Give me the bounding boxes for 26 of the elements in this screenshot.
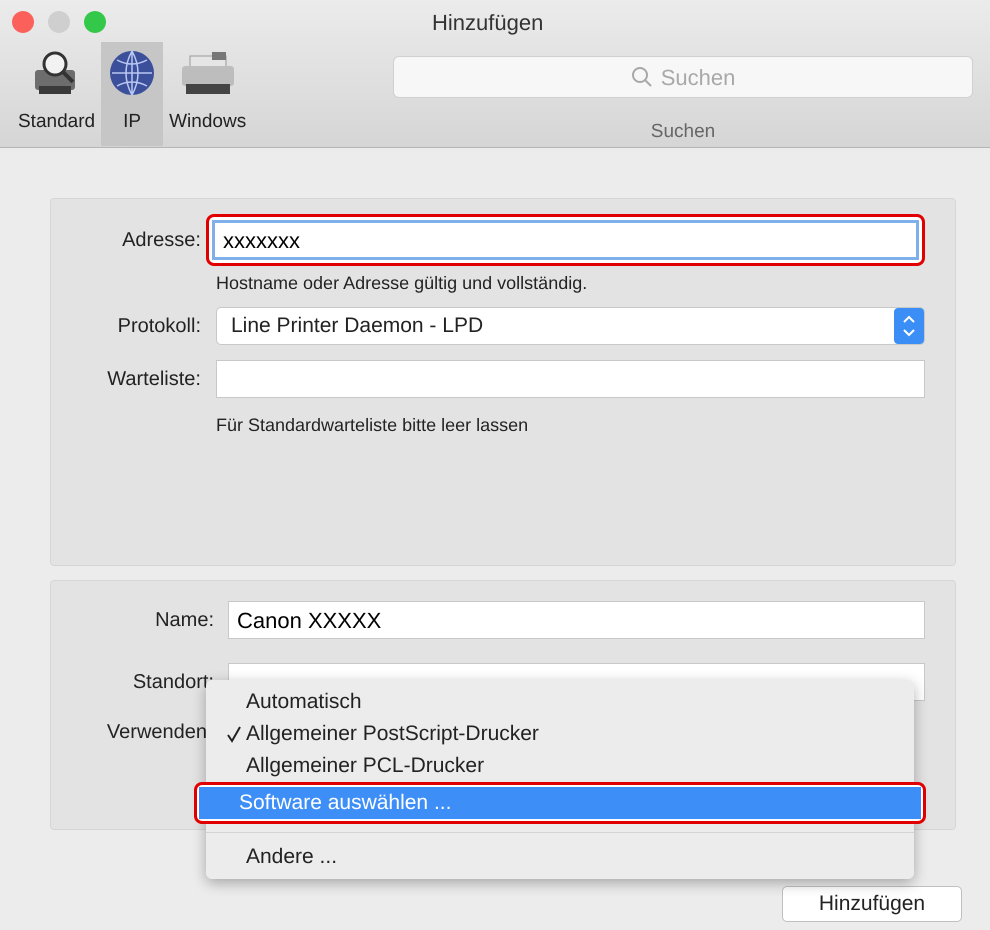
checkmark-icon bbox=[226, 725, 242, 743]
search-icon bbox=[630, 66, 653, 88]
stepper-icon bbox=[894, 308, 924, 344]
zoom-button[interactable] bbox=[84, 11, 106, 33]
search-label: Suchen bbox=[650, 120, 716, 144]
field-label: Protokoll: bbox=[116, 314, 201, 339]
field-label: Name: bbox=[154, 608, 214, 633]
protocol-select[interactable]: Line Printer Daemon - LPD bbox=[216, 307, 925, 345]
close-button[interactable] bbox=[12, 11, 34, 33]
field-label: Warteliste: bbox=[106, 367, 201, 392]
field-label: Verwenden bbox=[106, 720, 207, 745]
add-button[interactable]: Hinzufügen bbox=[782, 886, 962, 922]
menu-item[interactable]: Allgemeiner PostScript-Drucker bbox=[206, 718, 914, 750]
window-title: Hinzufügen bbox=[432, 8, 544, 37]
toolbar-tab[interactable]: Windows bbox=[163, 42, 252, 146]
toolbar-tab[interactable]: IP bbox=[101, 42, 164, 146]
menu-item[interactable]: Allgemeiner PCL-Drucker bbox=[206, 750, 914, 782]
hint-text: Für Standardwarteliste bitte leer lassen bbox=[216, 414, 530, 437]
menu-item[interactable]: Andere ... bbox=[206, 841, 914, 873]
minimize-button[interactable] bbox=[48, 11, 70, 33]
field-label: Adresse: bbox=[121, 228, 201, 253]
address-field[interactable]: xxxxxxx bbox=[212, 220, 919, 260]
queue-field[interactable] bbox=[216, 360, 925, 398]
hint-text: Hostname oder Adresse gültig und vollständig. bbox=[216, 272, 588, 295]
toolbar-tab[interactable]: Standard bbox=[12, 42, 102, 146]
name-field[interactable]: Canon XXXXX bbox=[228, 601, 925, 639]
